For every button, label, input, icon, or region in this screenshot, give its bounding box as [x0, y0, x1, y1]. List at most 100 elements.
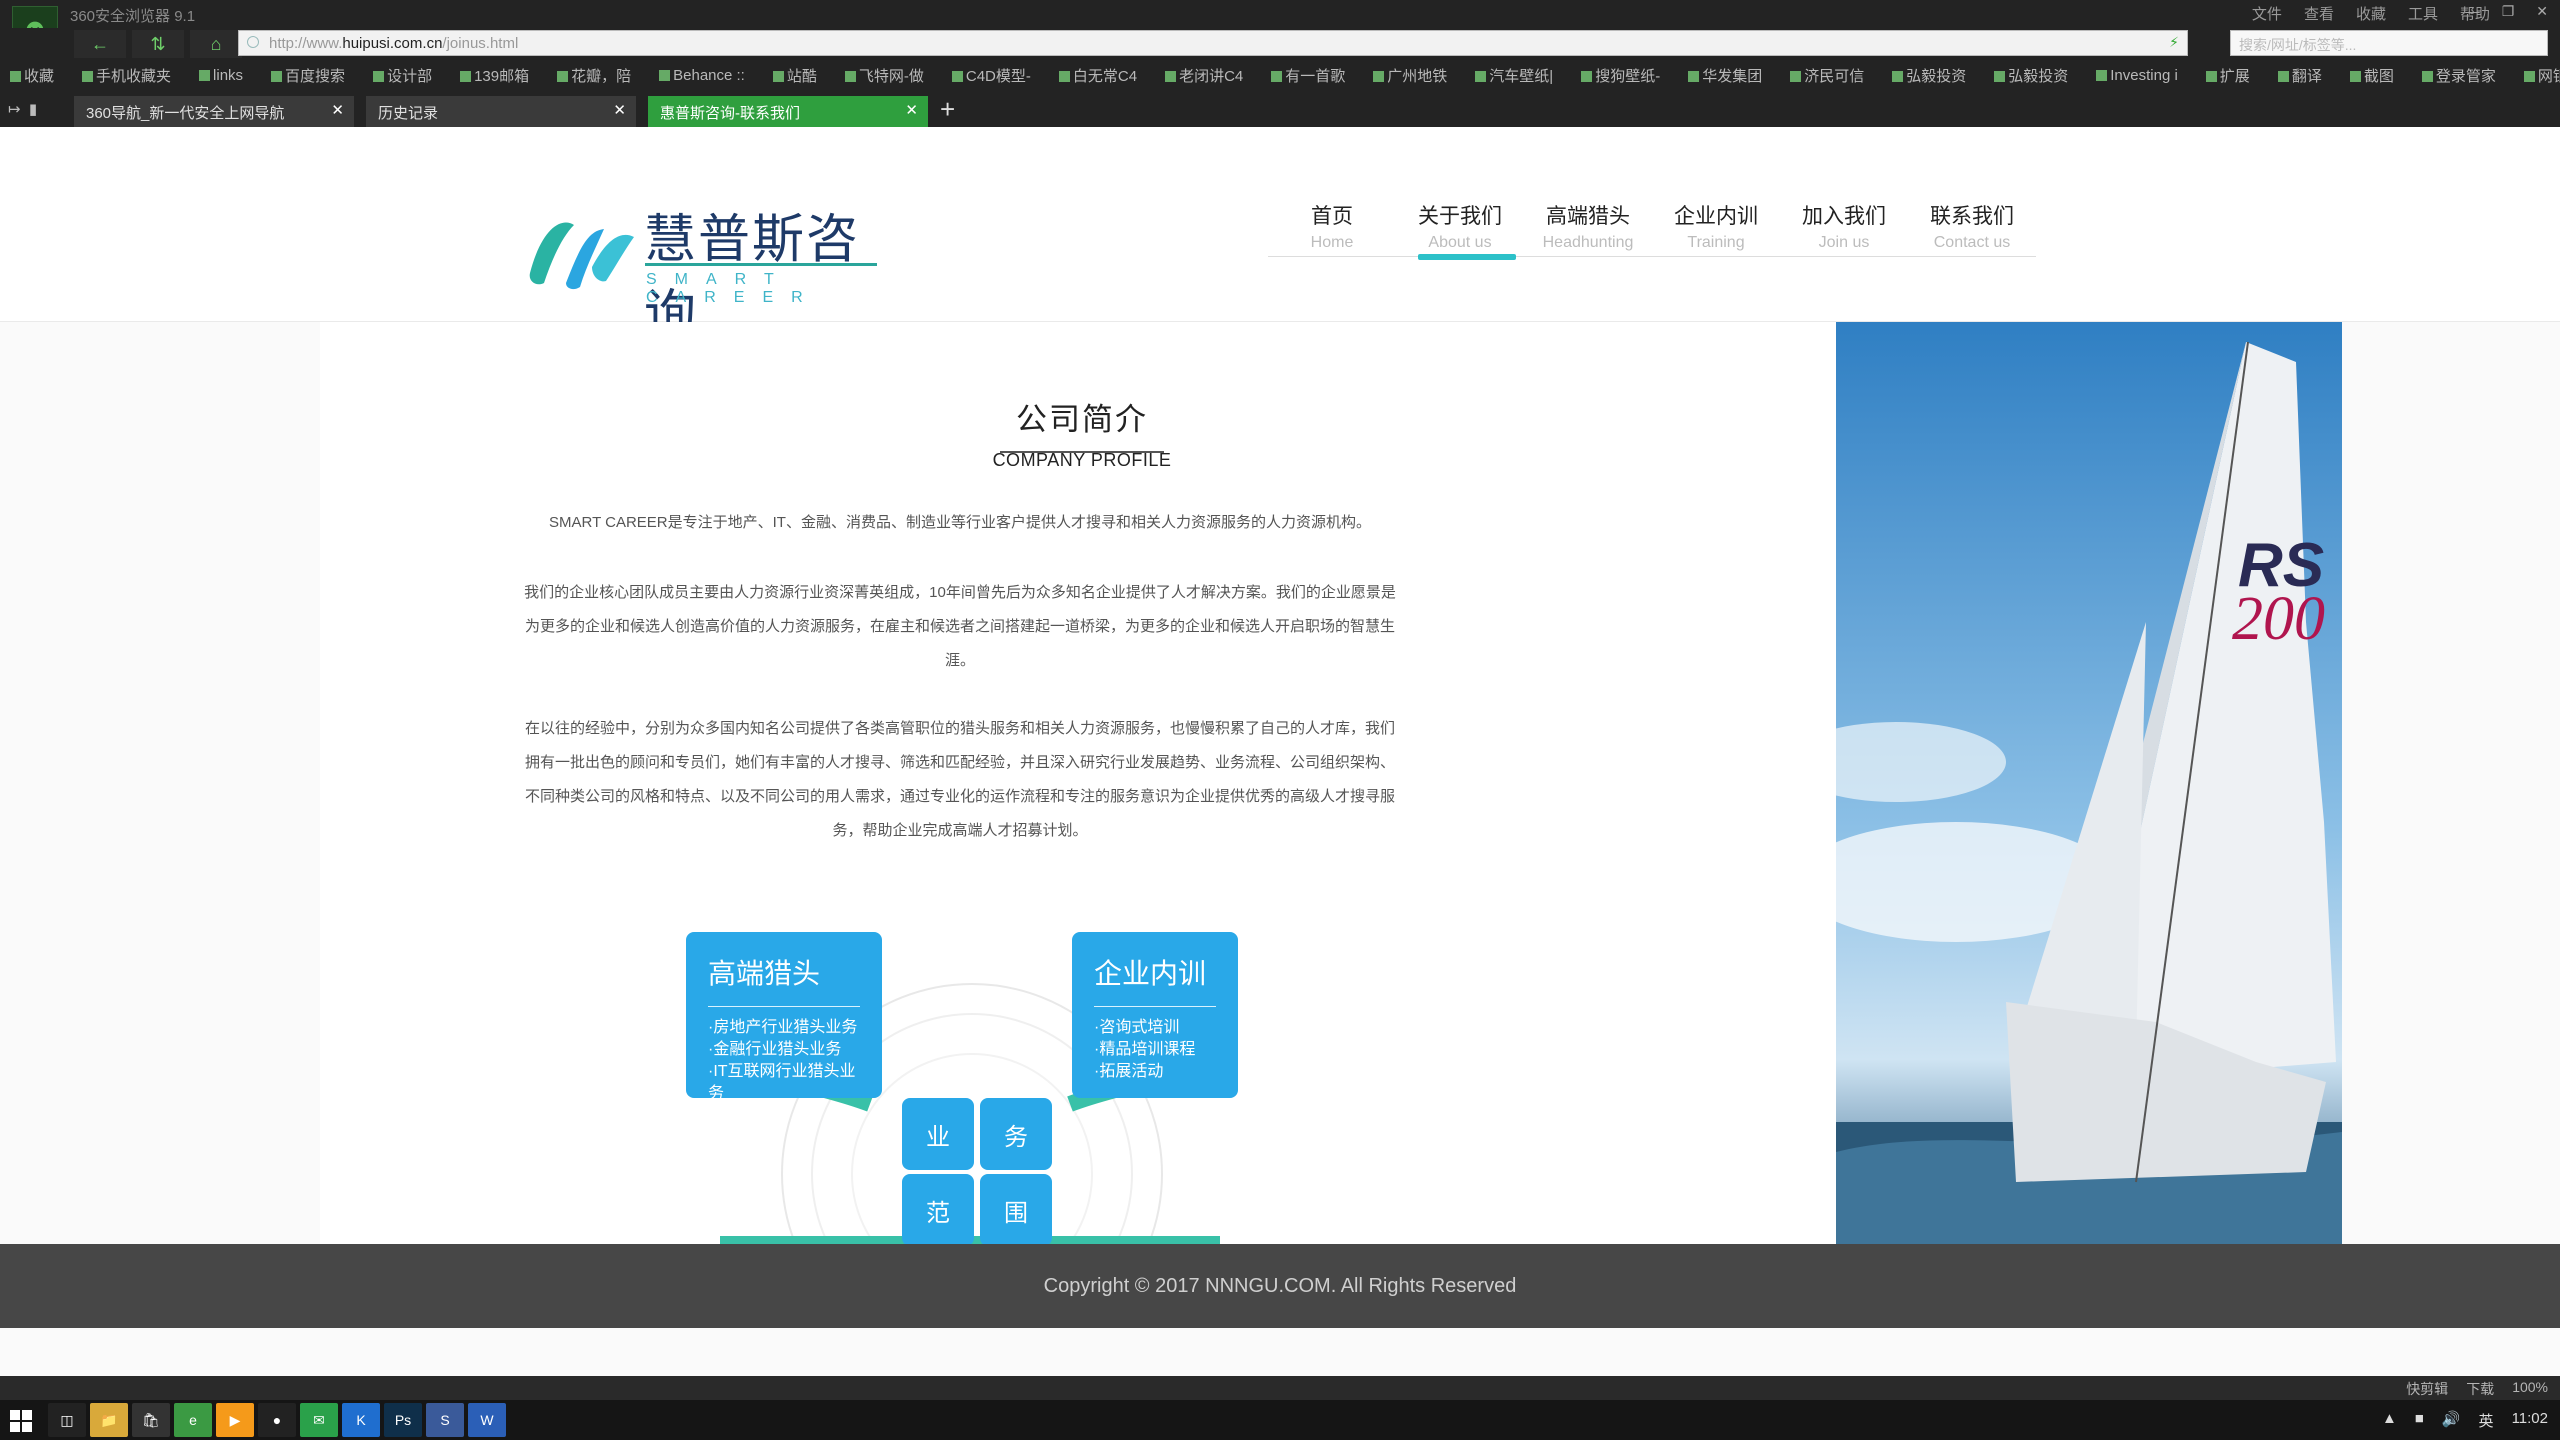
close-tab-icon[interactable]: ✕ [331, 101, 344, 119]
favorite-label: 翻译 [2291, 67, 2322, 85]
speed-mode-icon[interactable]: ⚡ [2169, 34, 2179, 51]
favorite-label: 百度搜索 [285, 67, 346, 85]
home-icon[interactable]: ⌂ [190, 30, 242, 58]
zoom-level[interactable]: 100% [2512, 1379, 2548, 1399]
search-input[interactable]: 搜索/网址/标签等... [2230, 30, 2548, 56]
favorite-item[interactable]: 弘毅投资 [1892, 65, 1980, 86]
clock[interactable]: 11:02 [2512, 1410, 2548, 1431]
taskbar-apps: ◫ 📁 🛍 e ▶ ● ✉ K Ps S W [48, 1403, 506, 1437]
tab-tools-icon[interactable]: ↦ ▮ [8, 100, 37, 118]
business-scope-diagram: 高端猎头 ·房地产行业猎头业务 ·金融行业猎头业务 ·IT互联网行业猎头业务 企… [640, 914, 1290, 1244]
favorite-item[interactable]: 收藏 [10, 65, 68, 86]
logo-mark-icon [529, 222, 634, 290]
tab-history[interactable]: 历史记录 ✕ [366, 96, 636, 127]
menu-favorites[interactable]: 收藏 [2356, 3, 2386, 24]
back-icon[interactable]: ← [74, 30, 126, 58]
app-icon[interactable]: S [426, 1403, 464, 1437]
site-logo[interactable]: 慧普斯咨询 SMART CAREER [522, 197, 882, 344]
refresh-icon[interactable]: ⇅ [132, 30, 184, 58]
favorite-label: 搜狗壁纸- [1595, 67, 1661, 85]
qq-icon[interactable]: ● [258, 1403, 296, 1437]
favorite-item[interactable]: 139邮箱 [460, 65, 543, 86]
favorite-item[interactable]: 扩展 [2205, 65, 2264, 86]
ime-indicator[interactable]: 英 [2479, 1410, 2494, 1431]
nav-sublabel: About us [1428, 234, 1492, 251]
windows-start-icon[interactable] [10, 1410, 32, 1432]
quick-edit-button[interactable]: 快剪辑 [2406, 1379, 2448, 1399]
favorite-label: 华发集团 [1702, 67, 1763, 85]
favorite-item[interactable]: 花瓣，陪 [557, 65, 645, 86]
favorite-item[interactable]: 翻译 [2277, 65, 2336, 86]
card-headhunting[interactable]: 高端猎头 ·房地产行业猎头业务 ·金融行业猎头业务 ·IT互联网行业猎头业务 [686, 932, 882, 1102]
profile-paragraph-2: 我们的企业核心团队成员主要由人力资源行业资深菁英组成，10年间曾先后为众多知名企… [524, 584, 1396, 669]
favorite-item[interactable]: 网银 [2523, 65, 2560, 86]
nav-contact-us[interactable]: 联系我们 Contact us [1908, 197, 2036, 256]
nav-buttons: ← ⇅ ⌂ [74, 30, 242, 58]
site-info-icon[interactable] [247, 36, 259, 48]
nav-join-us[interactable]: 加入我们 Join us [1780, 197, 1908, 256]
favorite-item[interactable]: 飞特网-做 [844, 65, 938, 86]
photoshop-icon[interactable]: Ps [384, 1403, 422, 1437]
scope-tile: 务 [980, 1098, 1052, 1170]
app-icon[interactable]: K [342, 1403, 380, 1437]
nav-label: 首页 [1311, 205, 1353, 228]
section-title: 公司简介 [1016, 402, 1148, 437]
favorite-item[interactable]: 截图 [2349, 65, 2408, 86]
minimize-icon[interactable]: — [2466, 3, 2480, 20]
favorite-item[interactable]: 华发集团 [1688, 65, 1776, 86]
restore-icon[interactable]: ❐ [2502, 3, 2515, 20]
favorite-icon [2421, 70, 2433, 82]
nav-home[interactable]: 首页 Home [1268, 197, 1396, 256]
sail-number: 200 [2232, 585, 2325, 653]
new-tab-icon[interactable]: + [940, 94, 955, 125]
favorite-item[interactable]: 白无常C4 [1058, 65, 1151, 86]
media-player-icon[interactable]: ▶ [216, 1403, 254, 1437]
menu-tools[interactable]: 工具 [2408, 3, 2438, 24]
menu-file[interactable]: 文件 [2252, 3, 2282, 24]
favorite-icon [1475, 70, 1487, 82]
favorite-item[interactable]: 济民可信 [1790, 65, 1878, 86]
close-window-icon[interactable]: ✕ [2536, 3, 2548, 20]
download-button[interactable]: 下载 [2466, 1379, 2494, 1399]
favorite-item[interactable]: 登录管家 [2421, 65, 2510, 86]
nav-about-us[interactable]: 关于我们 About us [1396, 197, 1524, 260]
favorite-item[interactable]: 老闭讲C4 [1165, 65, 1257, 86]
favorite-item[interactable]: C4D模型- [951, 65, 1045, 86]
nav-training[interactable]: 企业内训 Training [1652, 197, 1780, 256]
favorite-item[interactable]: 弘毅投资 [1994, 65, 2082, 86]
address-bar[interactable]: http://www.huipusi.com.cn/joinus.html ⚡ [238, 30, 2188, 56]
favorite-item[interactable]: 百度搜索 [271, 65, 359, 86]
favorite-item[interactable]: 广州地铁 [1373, 65, 1461, 86]
favorite-item[interactable]: links [199, 67, 257, 84]
favorite-item[interactable]: 有一首歌 [1271, 65, 1359, 86]
favorite-item[interactable]: Investing i [2096, 67, 2192, 84]
task-view-icon[interactable]: ◫ [48, 1403, 86, 1437]
tab-360-nav[interactable]: 360导航_新一代安全上网导航 ✕ [74, 96, 354, 127]
nav-headhunting[interactable]: 高端猎头 Headhunting [1524, 197, 1652, 256]
menu-view[interactable]: 查看 [2304, 3, 2334, 24]
favorite-item[interactable]: Behance :: [659, 67, 759, 84]
network-icon[interactable]: ■ [2415, 1410, 2424, 1431]
file-explorer-icon[interactable]: 📁 [90, 1403, 128, 1437]
close-tab-icon[interactable]: ✕ [905, 101, 918, 119]
favorite-item[interactable]: 站酷 [772, 65, 831, 86]
card-item: ·房地产行业猎头业务 [708, 1019, 858, 1036]
card-title: 高端猎头 [708, 958, 821, 989]
close-tab-icon[interactable]: ✕ [613, 101, 626, 119]
store-icon[interactable]: 🛍 [132, 1403, 170, 1437]
tab-contact-us[interactable]: 惠普斯咨询-联系我们 ✕ [648, 96, 928, 127]
favorite-item[interactable]: 设计部 [373, 65, 446, 86]
volume-icon[interactable]: 🔊 [2442, 1410, 2461, 1431]
browser-app-title: 360安全浏览器 9.1 [70, 8, 196, 25]
favorite-icon [373, 70, 385, 82]
tray-expand-icon[interactable]: ▲ [2382, 1410, 2397, 1431]
favorite-item[interactable]: 手机收藏夹 [82, 65, 185, 86]
favorite-icon [844, 70, 856, 82]
browser-360-icon[interactable]: e [174, 1403, 212, 1437]
favorite-icon [557, 70, 569, 82]
card-training[interactable]: 企业内训 ·咨询式培训 ·精品培训课程 ·拓展活动 [1072, 932, 1238, 1098]
wechat-icon[interactable]: ✉ [300, 1403, 338, 1437]
favorite-item[interactable]: 搜狗壁纸- [1581, 65, 1674, 86]
favorite-item[interactable]: 汽车壁纸| [1475, 65, 1567, 86]
word-icon[interactable]: W [468, 1403, 506, 1437]
